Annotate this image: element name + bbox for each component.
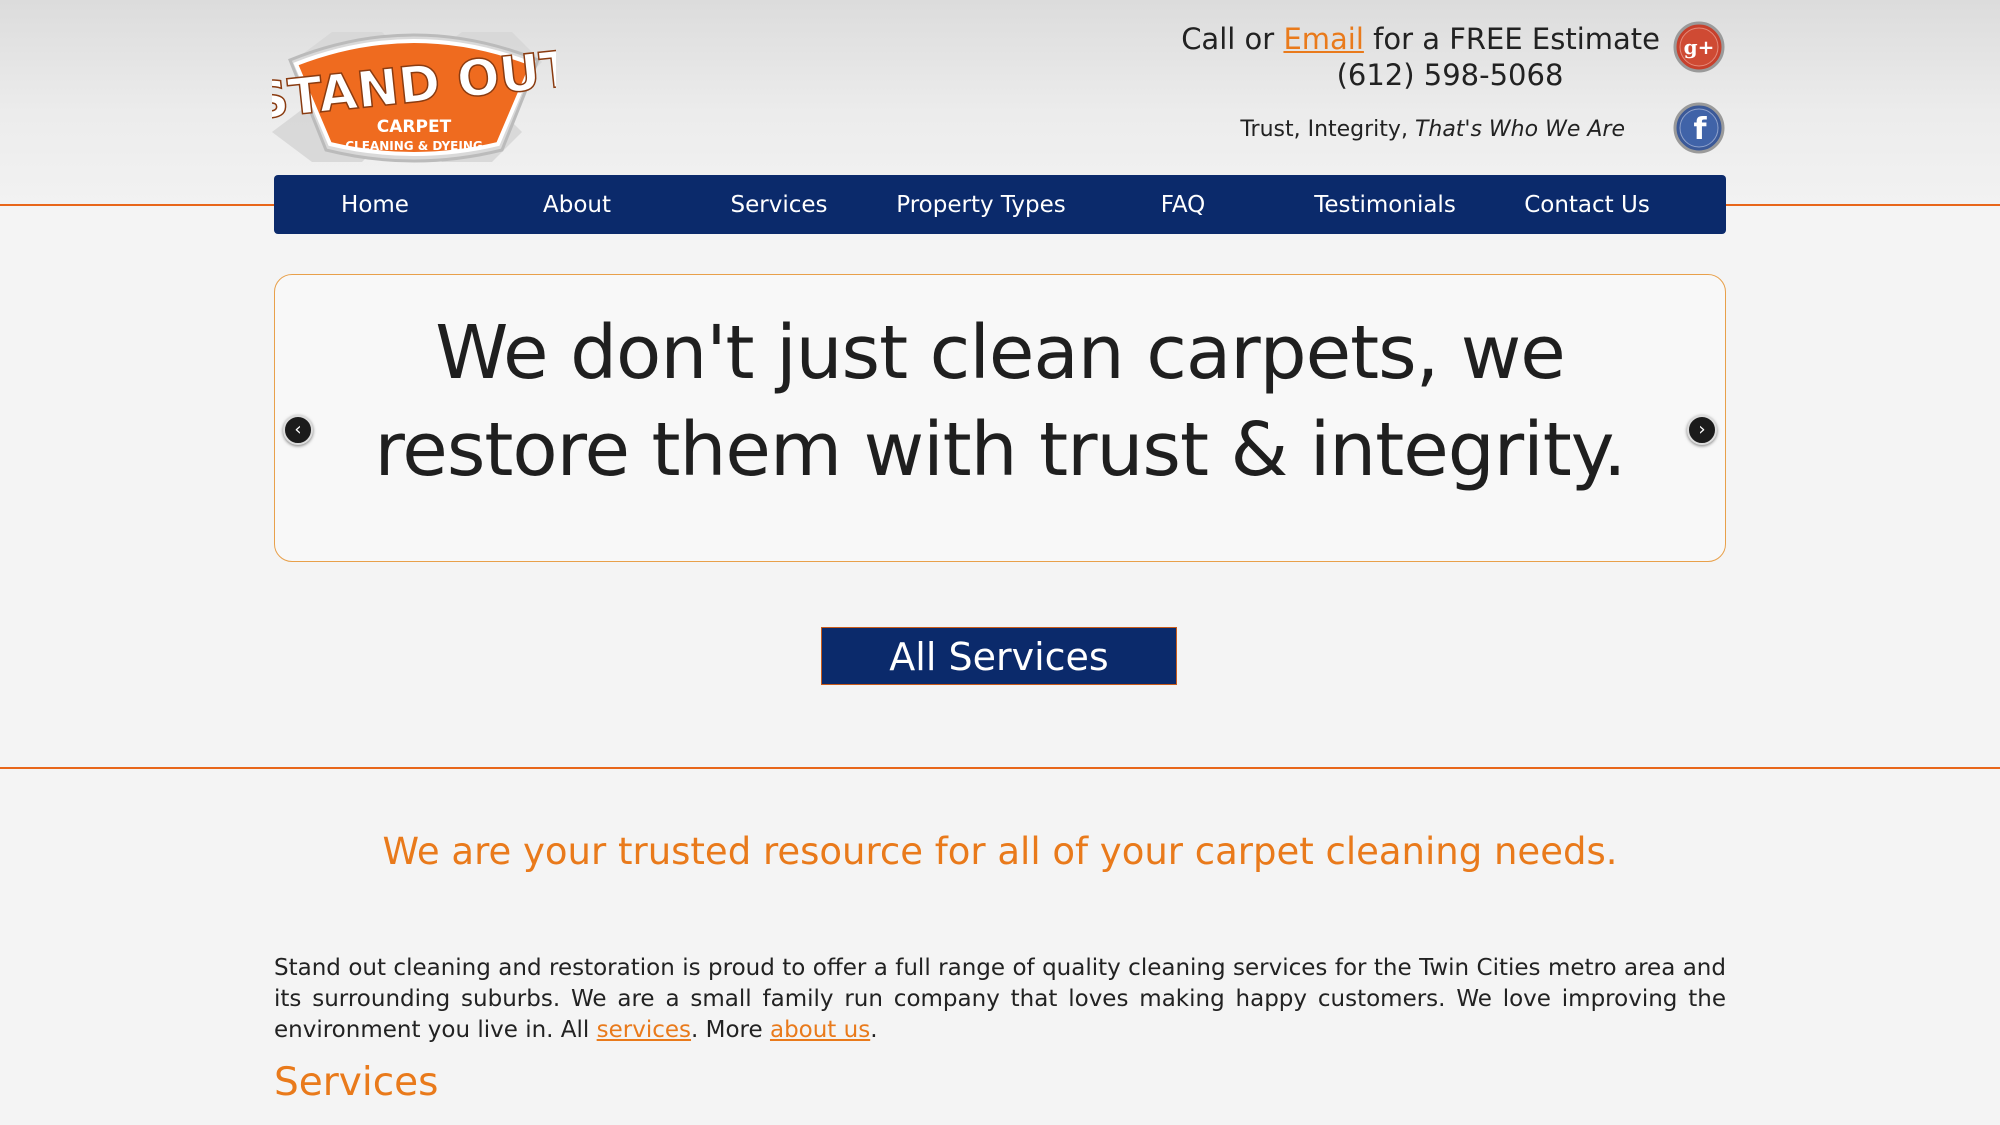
stand-out-logo[interactable]: STAND OUT CARPET CLEANING & DYEING (272, 22, 556, 184)
logo-subtitle: CARPET (377, 117, 452, 137)
contact-suffix: for a FREE Estimate (1373, 22, 1660, 56)
services-heading: Services (274, 1060, 439, 1105)
all-services-button[interactable]: All Services (821, 627, 1177, 685)
slide-text: We don't just clean carpets, we restore … (374, 310, 1627, 493)
chevron-right-icon[interactable]: › (1687, 415, 1717, 445)
nav-contact-us[interactable]: Contact Us (1486, 192, 1688, 218)
nav-about[interactable]: About (476, 192, 678, 218)
facebook-icon[interactable]: f (1673, 102, 1725, 154)
about-us-link[interactable]: about us (770, 1017, 870, 1043)
nav-property-types[interactable]: Property Types (880, 192, 1082, 218)
intro-end: . (870, 1017, 878, 1043)
tagline: Trust, Integrity, That's Who We Are (1150, 117, 1625, 142)
section-divider (0, 767, 2000, 769)
logo-tagline: CLEANING & DYEING (345, 139, 483, 153)
google-plus-icon[interactable]: g+ (1673, 21, 1725, 73)
tagline-plain: Trust, Integrity, (1240, 117, 1408, 142)
intro-paragraph: Stand out cleaning and restoration is pr… (274, 953, 1726, 1046)
main-nav: Home About Services Property Types FAQ T… (274, 175, 1726, 234)
nav-home[interactable]: Home (274, 192, 476, 218)
phone-number[interactable]: (612) 598-5068 (1250, 58, 1650, 92)
tagline-italic: That's Who We Are (1414, 117, 1625, 142)
email-link[interactable]: Email (1283, 22, 1363, 56)
facebook-glyph: f (1693, 112, 1707, 147)
chevron-left-icon[interactable]: ‹ (283, 415, 313, 445)
intro-text: Stand out cleaning and restoration is pr… (274, 955, 1726, 1043)
contact-prefix: Call or (1181, 22, 1275, 56)
contact-estimate: Call or Email for a FREE Estimate (1160, 22, 1660, 56)
google-plus-glyph: g+ (1684, 35, 1715, 59)
hero-slider: We don't just clean carpets, we restore … (274, 274, 1726, 562)
intro-middle: . More (691, 1017, 763, 1043)
services-link[interactable]: services (597, 1017, 691, 1043)
main-headline: We are your trusted resource for all of … (382, 830, 1618, 873)
nav-faq[interactable]: FAQ (1082, 192, 1284, 218)
nav-testimonials[interactable]: Testimonials (1284, 192, 1486, 218)
nav-services[interactable]: Services (678, 192, 880, 218)
